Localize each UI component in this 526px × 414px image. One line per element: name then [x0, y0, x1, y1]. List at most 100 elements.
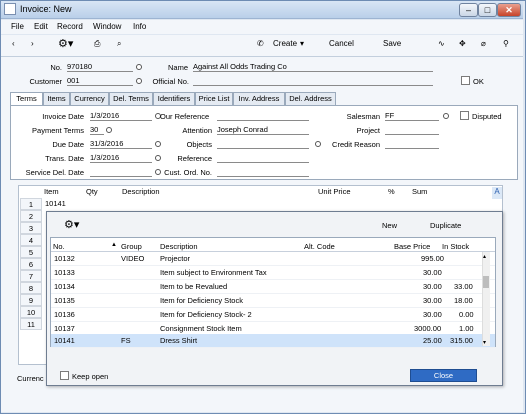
name-field[interactable]: Against All Odds Trading Co	[193, 62, 433, 72]
ok-checkbox[interactable]	[461, 76, 470, 85]
gear-icon[interactable]: ⚙▾	[64, 218, 79, 231]
our-reference-field[interactable]	[217, 111, 309, 121]
official-no-field[interactable]	[193, 76, 433, 86]
window-title: Invoice: New	[20, 4, 72, 14]
row-number[interactable]: 3	[20, 222, 42, 234]
salesman-field[interactable]: FF	[385, 111, 439, 121]
tab-items[interactable]: Items	[43, 92, 70, 105]
col-header-in-stock[interactable]: In Stock	[442, 242, 469, 251]
customer-field[interactable]: 001	[67, 76, 133, 86]
col-header-group[interactable]: Group	[121, 242, 142, 251]
menu-record[interactable]: Record	[57, 22, 83, 31]
tab-terms[interactable]: Terms	[10, 92, 43, 106]
tab-identifiers[interactable]: Identifiers	[153, 92, 195, 105]
chevron-down-icon[interactable]: ▾	[300, 39, 304, 48]
attention-field[interactable]: Joseph Conrad	[217, 125, 309, 135]
prev-record-icon[interactable]: ‹	[12, 39, 15, 48]
list-item[interactable]: 10134 Item to be Revalued 30.00 33.00	[51, 280, 495, 294]
tab-del-address[interactable]: Del. Address	[285, 92, 336, 105]
activity-icon[interactable]: ∿	[438, 39, 445, 48]
service-del-date-field[interactable]	[90, 167, 152, 177]
next-record-icon[interactable]: ›	[31, 39, 34, 48]
grid-row1-item[interactable]: 10141	[45, 199, 66, 208]
credit-reason-field[interactable]	[385, 139, 439, 149]
attention-label: Attention	[182, 126, 212, 135]
row-number[interactable]: 7	[20, 270, 42, 282]
col-header-description[interactable]: Description	[160, 242, 198, 251]
row-number[interactable]: 11	[20, 318, 42, 330]
row-number[interactable]: 2	[20, 210, 42, 222]
tab-del-terms[interactable]: Del. Terms	[109, 92, 153, 105]
project-label: Project	[356, 126, 380, 135]
disputed-checkbox[interactable]	[460, 111, 469, 120]
due-date-lookup-icon[interactable]	[155, 141, 161, 147]
no-lookup-icon[interactable]	[136, 64, 142, 70]
row-number[interactable]: 1	[20, 198, 42, 210]
col-header-no[interactable]: No.	[53, 242, 65, 251]
no-field[interactable]: 970180	[67, 62, 133, 72]
row-number[interactable]: 9	[20, 294, 42, 306]
scroll-down-icon[interactable]: ▾	[483, 339, 486, 346]
scroll-up-icon[interactable]: ▴	[483, 253, 486, 260]
due-date-field[interactable]: 31/3/2016	[90, 139, 152, 149]
row-number[interactable]: 4	[20, 234, 42, 246]
tab-currency[interactable]: Currency	[70, 92, 109, 105]
menu-file[interactable]: File	[11, 22, 24, 31]
list-item[interactable]: 10135 Item for Deficiency Stock 30.00 18…	[51, 294, 495, 308]
tab-inv-address[interactable]: Inv. Address	[233, 92, 285, 105]
attachment-icon[interactable]: ⌀	[481, 39, 486, 48]
minimize-button[interactable]: –	[459, 3, 478, 17]
list-scrollbar[interactable]	[482, 252, 490, 346]
close-window-button[interactable]: ✕	[497, 3, 521, 17]
item-no: 10135	[54, 296, 75, 305]
list-item[interactable]: 10132 VIDEO Projector 995.00	[51, 252, 495, 266]
col-header-alt-code[interactable]: Alt. Code	[304, 242, 335, 251]
expand-icon[interactable]: ✥	[459, 39, 466, 48]
menu-window[interactable]: Window	[93, 22, 121, 31]
list-item[interactable]: 10133 Item subject to Environment Tax 30…	[51, 266, 495, 280]
maximize-button[interactable]: □	[478, 3, 497, 17]
row-number[interactable]: 6	[20, 258, 42, 270]
row-number[interactable]: 10	[20, 306, 42, 318]
menu-info[interactable]: Info	[133, 22, 146, 31]
sort-asc-icon[interactable]: ▲	[111, 242, 117, 248]
row-marker-a[interactable]: A	[492, 187, 502, 199]
print-preview-icon[interactable]: ⌕	[117, 39, 121, 49]
link-icon[interactable]: ⚲	[503, 39, 509, 48]
menu-bar: File Edit Record Window Info	[1, 20, 523, 34]
item-base-price: 30.00	[423, 282, 442, 291]
service-del-date-label: Service Del. Date	[25, 168, 84, 177]
ok-label: OK	[473, 77, 484, 86]
reference-label: Reference	[177, 154, 212, 163]
item-description: Item to be Revalued	[160, 282, 228, 291]
col-header-base-price[interactable]: Base Price	[394, 242, 430, 251]
list-item[interactable]: 10136 Item for Deficiency Stock- 2 30.00…	[51, 308, 495, 322]
objects-field[interactable]	[217, 139, 309, 149]
reference-field[interactable]	[217, 153, 309, 163]
trans-date-lookup-icon[interactable]	[155, 155, 161, 161]
list-item-selected[interactable]: 10141 FS Dress Shirt 25.00 315.00	[51, 334, 495, 348]
project-field[interactable]	[385, 125, 439, 135]
duplicate-button[interactable]: Duplicate	[430, 221, 461, 230]
customer-lookup-icon[interactable]	[136, 78, 142, 84]
cancel-button[interactable]: Cancel	[329, 39, 354, 48]
tab-price-list[interactable]: Price List	[195, 92, 233, 105]
invoice-date-field[interactable]: 1/3/2016	[90, 111, 152, 121]
payment-terms-lookup-icon[interactable]	[106, 127, 112, 133]
new-button[interactable]: New	[382, 221, 397, 230]
save-button[interactable]: Save	[383, 39, 401, 48]
gear-icon[interactable]: ⚙▾	[58, 37, 73, 50]
row-number[interactable]: 8	[20, 282, 42, 294]
print-icon[interactable]: ⎙	[94, 39, 100, 49]
keep-open-checkbox[interactable]	[60, 371, 69, 380]
salesman-lookup-icon[interactable]	[443, 113, 449, 119]
create-button[interactable]: Create	[273, 39, 297, 48]
menu-edit[interactable]: Edit	[34, 22, 48, 31]
scrollbar-thumb[interactable]	[483, 276, 489, 288]
phone-icon[interactable]: ✆	[257, 39, 264, 48]
close-button[interactable]: Close	[410, 369, 477, 382]
trans-date-field[interactable]: 1/3/2016	[90, 153, 152, 163]
payment-terms-field[interactable]: 30	[90, 125, 104, 135]
row-number[interactable]: 5	[20, 246, 42, 258]
cust-ord-no-field[interactable]	[217, 167, 309, 177]
